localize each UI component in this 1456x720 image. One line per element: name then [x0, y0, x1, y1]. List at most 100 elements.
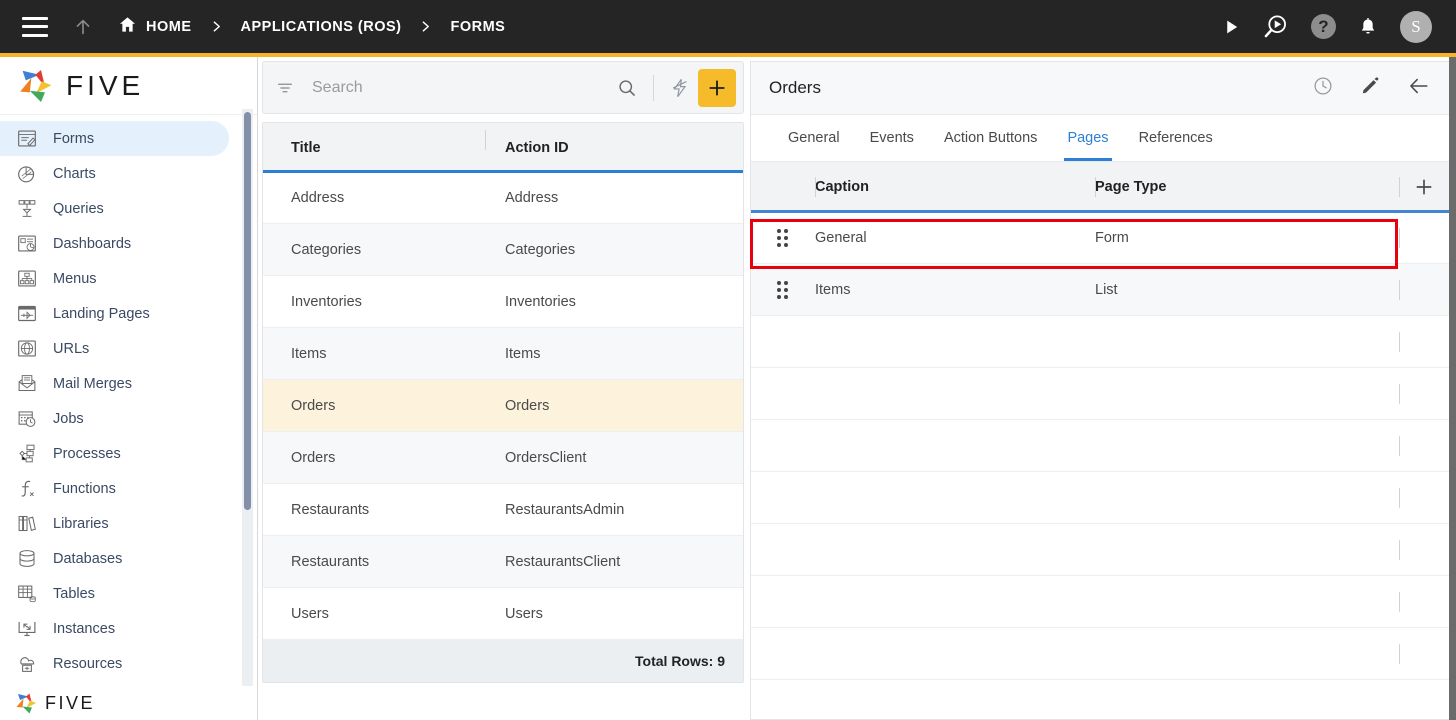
sidebar-label-tables: Tables	[53, 585, 95, 602]
hamburger-menu-icon[interactable]	[22, 16, 48, 37]
sidebar-label-functions: Functions	[53, 480, 116, 497]
cell-action-id: RestaurantsAdmin	[505, 501, 625, 518]
table-row[interactable]: Orders Orders	[263, 380, 743, 432]
sidebar-label-menus: Menus	[53, 270, 97, 287]
table-row[interactable]: Users Users	[263, 588, 743, 640]
sidebar-item-instances[interactable]: Instances	[0, 611, 229, 646]
pages-grid-body: General Form Items List	[751, 212, 1449, 680]
pages-grid-empty-row	[751, 628, 1449, 680]
column-header-action-id[interactable]: Action ID	[485, 129, 743, 156]
edit-pencil-icon[interactable]	[1360, 75, 1381, 101]
cell-caption: General	[815, 229, 867, 246]
breadcrumb-item-forms[interactable]: FORMS	[450, 19, 505, 35]
back-arrow-icon[interactable]	[1407, 75, 1431, 102]
list-panel: Title Action ID Address Address Categories…	[262, 61, 744, 716]
sidebar-label-resources: Resources	[53, 655, 123, 672]
column-header-caption[interactable]: Caption	[815, 177, 1095, 197]
table-row[interactable]: Restaurants RestaurantsAdmin	[263, 484, 743, 536]
sidebar-item-mail-merges[interactable]: Mail Merges	[0, 366, 229, 401]
tab-references[interactable]: References	[1124, 115, 1228, 161]
cell-action-id: Address	[505, 189, 559, 206]
table-footer: Total Rows: 9	[263, 640, 743, 682]
column-divider	[1399, 177, 1400, 197]
cell-title: Users	[291, 605, 329, 622]
sidebar-item-charts[interactable]: Charts	[0, 156, 229, 191]
sidebar-item-urls[interactable]: URLs	[0, 331, 229, 366]
lightning-bolt-icon[interactable]	[666, 77, 694, 99]
dashboards-icon	[14, 232, 40, 256]
cell-action-id: RestaurantsClient	[505, 553, 621, 570]
breadcrumb-label-home: HOME	[146, 18, 192, 35]
sidebar-item-tables[interactable]: Tables	[0, 576, 229, 611]
arrow-up-icon[interactable]	[70, 14, 96, 40]
sidebar-item-landing-pages[interactable]: Landing Pages	[0, 296, 229, 331]
libraries-icon	[14, 512, 40, 536]
pages-grid-row[interactable]: General Form	[751, 212, 1449, 264]
cell-title: Items	[291, 345, 327, 362]
breadcrumb-item-home[interactable]: HOME	[118, 15, 192, 38]
app-logo[interactable]: FIVE	[0, 57, 257, 115]
search-input[interactable]	[300, 78, 613, 97]
detail-panel: Orders General Events Action Buttons Pages R…	[750, 61, 1450, 720]
run-icon[interactable]	[1223, 18, 1240, 36]
cell-action-id: Users	[505, 605, 543, 622]
sidebar-label-jobs: Jobs	[53, 410, 84, 427]
table-row[interactable]: Items Items	[263, 328, 743, 380]
sidebar-item-functions[interactable]: Functions	[0, 471, 229, 506]
tab-events[interactable]: Events	[855, 115, 929, 161]
table-row[interactable]: Address Address	[263, 172, 743, 224]
column-header-page-type[interactable]: Page Type	[1095, 177, 1399, 197]
sidebar-item-databases[interactable]: Databases	[0, 541, 229, 576]
add-form-button[interactable]	[698, 68, 736, 107]
filter-icon[interactable]	[270, 79, 300, 97]
drag-handle-icon[interactable]	[751, 228, 815, 247]
pages-grid-row[interactable]: Items List	[751, 264, 1449, 316]
tab-action-buttons[interactable]: Action Buttons	[929, 115, 1053, 161]
table-row[interactable]: Inventories Inventories	[263, 276, 743, 328]
sidebar-item-resources[interactable]: Resources	[0, 646, 229, 681]
sidebar-item-menus[interactable]: Menus	[0, 261, 229, 296]
mail-merges-icon	[14, 372, 40, 396]
queries-icon	[14, 197, 40, 221]
column-header-title[interactable]: Title	[263, 140, 485, 156]
tab-general[interactable]: General	[773, 115, 855, 161]
sidebar-item-dashboards[interactable]: Dashboards	[0, 226, 229, 261]
debug-run-icon[interactable]	[1262, 13, 1289, 40]
column-divider	[1399, 227, 1400, 248]
cell-action-id: Inventories	[505, 293, 576, 310]
table-row[interactable]: Restaurants RestaurantsClient	[263, 536, 743, 588]
pages-grid-header-row: Caption Page Type	[751, 162, 1449, 213]
search-icon[interactable]	[613, 78, 641, 98]
functions-icon	[14, 477, 40, 501]
cell-title: Categories	[291, 241, 362, 258]
charts-icon	[14, 162, 40, 186]
cell-title: Orders	[291, 397, 336, 414]
add-page-button[interactable]	[1399, 177, 1449, 197]
drag-handle-icon[interactable]	[751, 280, 815, 299]
tab-pages[interactable]: Pages	[1052, 115, 1123, 161]
sidebar-item-processes[interactable]: Processes	[0, 436, 229, 471]
notifications-bell-icon[interactable]	[1358, 16, 1378, 38]
sidebar-label-mail-merges: Mail Merges	[53, 375, 132, 392]
sidebar-item-queries[interactable]: Queries	[0, 191, 229, 226]
search-toolbar	[262, 61, 744, 114]
help-icon[interactable]: ?	[1311, 14, 1336, 39]
sidebar-item-jobs[interactable]: Jobs	[0, 401, 229, 436]
cell-action-id: Orders	[505, 397, 550, 414]
top-navigation-bar: HOME APPLICATIONS (ROS) FORMS ? S	[0, 0, 1456, 53]
history-clock-icon[interactable]	[1312, 75, 1334, 102]
sidebar-scrollbar-thumb[interactable]	[244, 112, 251, 510]
app-root: HOME APPLICATIONS (ROS) FORMS ? S FIVE F…	[0, 0, 1456, 720]
column-divider	[1095, 177, 1096, 197]
table-row[interactable]: Categories Categories	[263, 224, 743, 276]
sidebar-label-libraries: Libraries	[53, 515, 109, 532]
pages-grid-empty-row	[751, 576, 1449, 628]
sidebar-item-libraries[interactable]: Libraries	[0, 506, 229, 541]
sidebar-label-instances: Instances	[53, 620, 116, 637]
user-avatar[interactable]: S	[1400, 10, 1432, 43]
sidebar-item-forms[interactable]: Forms	[0, 121, 229, 156]
breadcrumb-separator	[419, 19, 432, 34]
table-row[interactable]: Orders OrdersClient	[263, 432, 743, 484]
breadcrumb-item-applications[interactable]: APPLICATIONS (ROS)	[241, 19, 402, 35]
sidebar-label-processes: Processes	[53, 445, 121, 462]
